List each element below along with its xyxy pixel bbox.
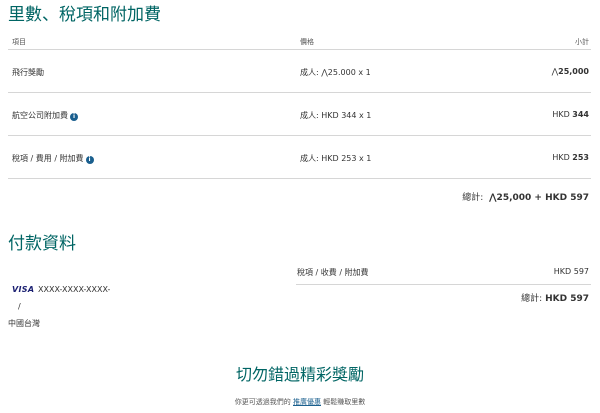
promo-title: 切勿錯過精彩獎勵: [235, 365, 364, 384]
row-subtotal: HKD 344: [552, 110, 589, 119]
header-divider: [8, 49, 591, 50]
payment-fee-label: 稅項 / 收費 / 附加費: [297, 268, 369, 277]
row-item-text: 稅項 / 費用 / 附加費: [12, 154, 84, 163]
row-subtotal: ⋀25,000: [552, 67, 589, 76]
total-value: HKD 597: [545, 294, 589, 304]
payment-total: 總計: HKD 597: [521, 291, 589, 304]
promo-text-before: 你更可透過我們的: [234, 398, 291, 406]
row-price: 成人: HKD 344 x 1: [300, 111, 372, 120]
visa-logo-icon: VISA: [12, 285, 35, 294]
row-item-label: 飛行獎勵: [12, 68, 44, 77]
card-expiry-slash: /: [18, 302, 21, 311]
row-item-label: 航空公司附加費 i: [12, 110, 78, 121]
row-item-text: 航空公司附加費: [12, 111, 68, 120]
info-icon[interactable]: i: [85, 156, 94, 164]
summary-title: 里數、稅項和附加費: [8, 5, 161, 25]
payment-fee-value: HKD 597: [553, 267, 589, 276]
subtotal-value: 253: [572, 153, 589, 162]
subtotal-unit: HKD: [552, 153, 573, 162]
row-divider: [8, 135, 591, 136]
row-divider: [8, 178, 591, 179]
column-header-price: 價格: [300, 38, 314, 46]
info-icon[interactable]: i: [70, 113, 78, 121]
row-subtotal: HKD 253: [552, 153, 589, 162]
column-header-item: 項目: [12, 38, 26, 46]
row-price: 成人: ⋀25.000 x 1: [300, 68, 371, 77]
subtotal-unit: HKD: [552, 110, 573, 119]
card-number: XXXX-XXXX-XXXX-: [38, 285, 111, 294]
total-label: 總計:: [521, 294, 543, 304]
payment-title: 付款資料: [8, 234, 76, 254]
column-header-subtotal: 小計: [575, 38, 589, 46]
summary-total: 總計: ⋀25,000 + HKD 597: [462, 190, 589, 203]
row-divider: [8, 92, 591, 93]
row-item-label: 稅項 / 費用 / 附加費 i: [12, 153, 94, 164]
subtotal-value: 344: [572, 110, 589, 119]
subtotal-value: 25,000: [558, 67, 589, 76]
promo-text-after: 輕鬆賺取里數: [323, 398, 366, 406]
row-price: 成人: HKD 253 x 1: [300, 154, 372, 163]
promo-offers-link[interactable]: 推廣優惠: [293, 398, 321, 406]
total-label: 總計:: [462, 193, 484, 203]
payment-divider: [296, 284, 591, 285]
promo-text: 你更可透過我們的 推廣優惠 輕鬆賺取里數: [0, 397, 600, 407]
billing-country: 中國台灣: [8, 319, 40, 328]
total-value: ⋀25,000 + HKD 597: [488, 193, 589, 203]
